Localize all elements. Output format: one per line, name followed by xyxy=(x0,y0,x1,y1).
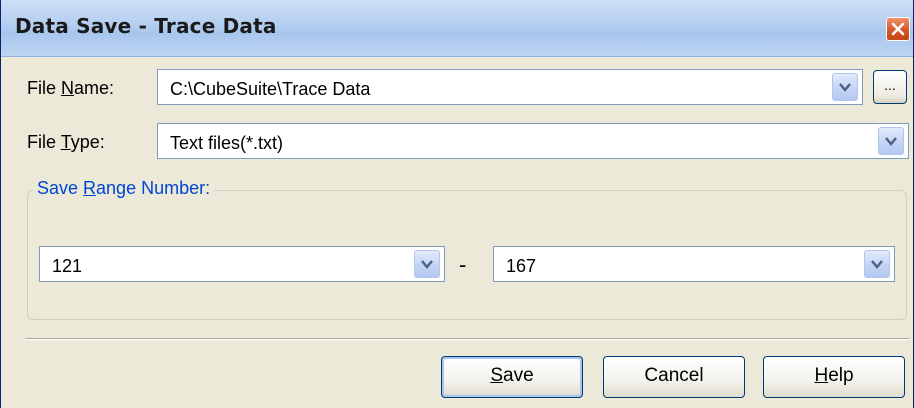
file-type-value: Text files(*.txt) xyxy=(170,133,284,153)
browse-button[interactable]: ... xyxy=(873,70,907,104)
save-button[interactable]: Save xyxy=(441,356,583,398)
save-range-group-label: Save Range Number: xyxy=(33,178,215,199)
range-to-combo[interactable]: 167 xyxy=(493,246,895,282)
data-save-dialog: Data Save - Trace Data File Name: C:\Cub… xyxy=(0,0,914,408)
file-name-value[interactable]: C:\CubeSuite\Trace Data xyxy=(170,79,370,100)
button-separator xyxy=(25,338,909,340)
chevron-down-icon xyxy=(885,137,897,146)
range-from-value[interactable]: 121 xyxy=(52,256,82,277)
file-name-dropdown-button[interactable] xyxy=(832,73,858,101)
file-type-combo[interactable]: Text files(*.txt) xyxy=(157,123,909,159)
file-name-label: File Name: xyxy=(27,78,115,98)
range-separator: - xyxy=(459,252,467,277)
range-to-value[interactable]: 167 xyxy=(506,256,536,277)
close-button[interactable] xyxy=(886,17,910,41)
chevron-down-icon xyxy=(839,83,851,92)
title-bar[interactable]: Data Save - Trace Data xyxy=(1,0,913,57)
cancel-button[interactable]: Cancel xyxy=(603,356,745,398)
dialog-title: Data Save - Trace Data xyxy=(15,14,277,38)
range-from-combo[interactable]: 121 xyxy=(39,246,445,282)
file-type-label: File Type: xyxy=(27,132,105,152)
range-from-dropdown-button[interactable] xyxy=(414,250,440,278)
help-button[interactable]: Help xyxy=(763,356,905,398)
chevron-down-icon xyxy=(871,260,883,269)
file-name-combo[interactable]: C:\CubeSuite\Trace Data xyxy=(157,69,863,105)
range-to-dropdown-button[interactable] xyxy=(864,250,890,278)
close-icon xyxy=(891,22,905,36)
chevron-down-icon xyxy=(421,260,433,269)
file-type-dropdown-button[interactable] xyxy=(878,127,904,155)
